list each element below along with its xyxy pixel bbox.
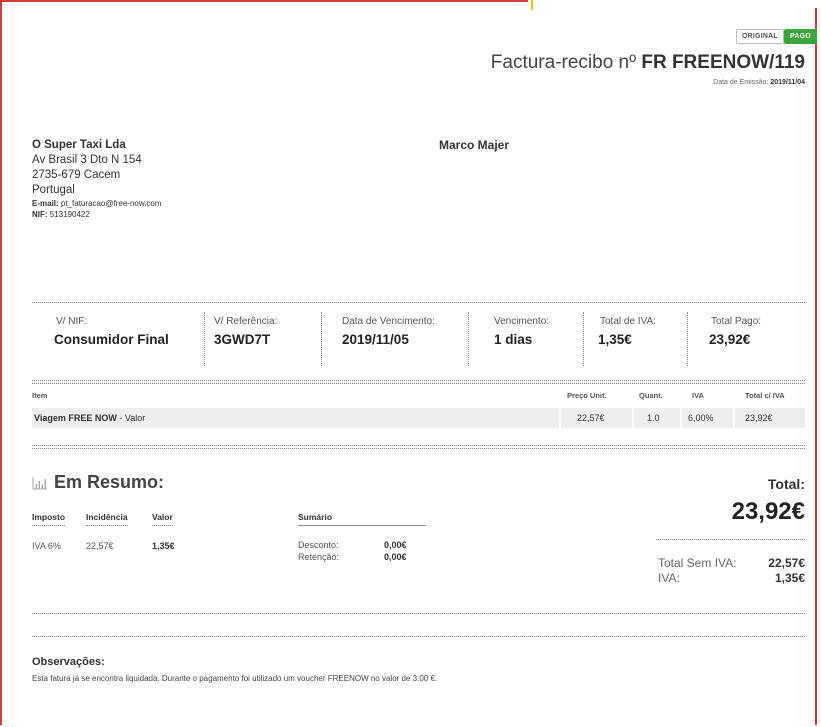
original-badge: ORIGINAL xyxy=(736,29,784,44)
resumo-heading: Em Resumo: xyxy=(32,472,164,493)
total-without-vat-label: Total Sem IVA: xyxy=(658,556,737,570)
sumario-heading: Sumário xyxy=(298,512,426,526)
bar-chart-icon xyxy=(32,477,47,490)
sumario-discount: Desconto: 0,00€ xyxy=(298,540,426,550)
issuer-nif-label: NIF: xyxy=(32,210,48,219)
item-description: Viagem FREE NOW - Valor xyxy=(34,413,145,423)
invoice-title-prefix: Factura-recibo nº xyxy=(490,52,642,73)
total-without-vat: Total Sem IVA: 22,57€ xyxy=(658,556,805,570)
issuer-nif-value: 513190422 xyxy=(47,210,90,219)
frame-gap xyxy=(528,0,821,8)
observations-text: Esta fatura já se encontra liquidada. Du… xyxy=(32,674,438,683)
col-vat: IVA xyxy=(692,391,704,400)
summary-paid-total-value: 23,92€ xyxy=(709,332,751,347)
cell-separator xyxy=(204,312,205,366)
client-name: Marco Majer xyxy=(439,138,510,152)
divider xyxy=(32,302,805,303)
summary-reference-label: V/ Referência: xyxy=(214,316,278,327)
total-vat: IVA: 1,35€ xyxy=(658,571,805,585)
cell-separator xyxy=(321,312,322,366)
tax-col-value: Valor xyxy=(152,512,173,526)
paid-badge: PAGO xyxy=(784,29,817,44)
highlight-marker xyxy=(531,0,533,10)
issuer-country: Portugal xyxy=(32,184,75,196)
emission-date: Data de Emissão: 2019/11/04 xyxy=(713,79,805,86)
emission-label: Data de Emissão: xyxy=(713,79,771,86)
summary-nif-value: Consumidor Final xyxy=(54,332,169,347)
summary-due-days: Vencimento: 1 dias xyxy=(494,316,549,368)
divider xyxy=(32,380,805,381)
divider xyxy=(32,613,805,614)
item-suffix: - Valor xyxy=(116,413,146,423)
summary-paid-total-label: Total Pago: xyxy=(711,316,762,327)
cell-divider xyxy=(632,408,634,428)
summary-vat-total-value: 1,35€ xyxy=(598,332,632,347)
issuer-email: E-mail: pt_faturacao@free-now.com xyxy=(32,198,162,209)
issuer-email-value: pt_faturacao@free-now.com xyxy=(58,199,162,208)
tax-col-base: Incidência xyxy=(86,512,128,526)
cell-divider xyxy=(680,408,682,428)
emission-value: 2019/11/04 xyxy=(770,79,805,86)
total-value: 23,92€ xyxy=(731,498,805,525)
issuer-name: O Super Taxi Lda xyxy=(32,139,126,151)
item-quantity: 1.0 xyxy=(647,413,660,423)
cell-divider xyxy=(733,408,735,428)
discount-label: Desconto: xyxy=(298,540,339,550)
summary-reference: V/ Referência: 3GWD7T xyxy=(214,316,277,368)
total-divider xyxy=(656,539,805,540)
total-vat-value: 1,35€ xyxy=(774,571,805,585)
cell-separator xyxy=(583,312,584,366)
tax-row-value: 1,35€ xyxy=(152,541,175,551)
tax-col-tax: Imposto xyxy=(32,512,66,526)
item-unit-price: 22,57€ xyxy=(577,413,605,423)
item-name: Viagem FREE NOW xyxy=(34,413,117,423)
summary-reference-value: 3GWD7T xyxy=(214,332,271,347)
summary-nif: V/ NIF: Consumidor Final xyxy=(54,316,169,368)
tax-row-base: 22,57€ xyxy=(86,541,114,551)
total-without-vat-value: 22,57€ xyxy=(768,556,805,570)
divider xyxy=(32,448,805,449)
issuer-address-1: Av Brasil 3 Dto N 154 xyxy=(32,154,142,166)
total-vat-label: IVA: xyxy=(658,571,680,585)
summary-due-days-value: 1 dias xyxy=(494,332,533,347)
cell-separator xyxy=(687,312,688,366)
summary-vat-total: Total de IVA: 1,35€ xyxy=(598,316,656,368)
issuer-address-2: 2735-679 Cacem xyxy=(32,169,121,181)
issuer-email-label: E-mail: xyxy=(32,199,59,208)
invoice-number: FR FREENOW/119 xyxy=(641,52,805,73)
col-total: Total c/ IVA xyxy=(745,391,785,400)
item-vat: 6,00% xyxy=(688,413,714,423)
invoice-title: Factura-recibo nº FR FREENOW/119 xyxy=(491,52,805,74)
total-label: Total: xyxy=(767,476,805,492)
item-total: 23,92€ xyxy=(745,413,773,423)
issuer-block: O Super Taxi Lda Av Brasil 3 Dto N 154 2… xyxy=(32,138,162,220)
summary-paid-total: Total Pago: 23,92€ xyxy=(709,316,761,368)
retention-label: Retenção: xyxy=(298,552,340,562)
cell-separator xyxy=(468,312,469,366)
col-quantity: Quant. xyxy=(639,391,663,400)
summary-vat-total-label: Total de IVA: xyxy=(600,316,656,327)
divider xyxy=(32,636,805,637)
retention-value: 0,00€ xyxy=(384,552,407,562)
observations-title: Observações: xyxy=(32,656,105,668)
table-row: Viagem FREE NOW - Valor 22,57€ 1.0 6,00%… xyxy=(32,408,805,428)
sumario-retention: Retenção: 0,00€ xyxy=(298,552,426,562)
invoice-summary: V/ NIF: Consumidor Final V/ Referência: … xyxy=(32,312,805,368)
summary-nif-label: V/ NIF: xyxy=(56,316,88,327)
summary-due-date-value: 2019/11/05 xyxy=(342,332,409,347)
summary-due-days-label: Vencimento: xyxy=(494,316,550,327)
resumo-title: Em Resumo: xyxy=(54,472,165,492)
discount-value: 0,00€ xyxy=(384,540,407,550)
cell-divider xyxy=(559,408,561,428)
divider xyxy=(32,383,805,384)
issuer-nif: NIF: 513190422 xyxy=(32,209,162,220)
tax-row-tax: IVA 6% xyxy=(32,541,61,551)
summary-due-date-label: Data de Vencimento: xyxy=(342,316,435,327)
col-unit-price: Preço Unit. xyxy=(567,391,607,400)
summary-due-date: Data de Vencimento: 2019/11/05 xyxy=(342,316,435,368)
divider xyxy=(32,445,805,446)
col-item: Item xyxy=(32,391,48,400)
